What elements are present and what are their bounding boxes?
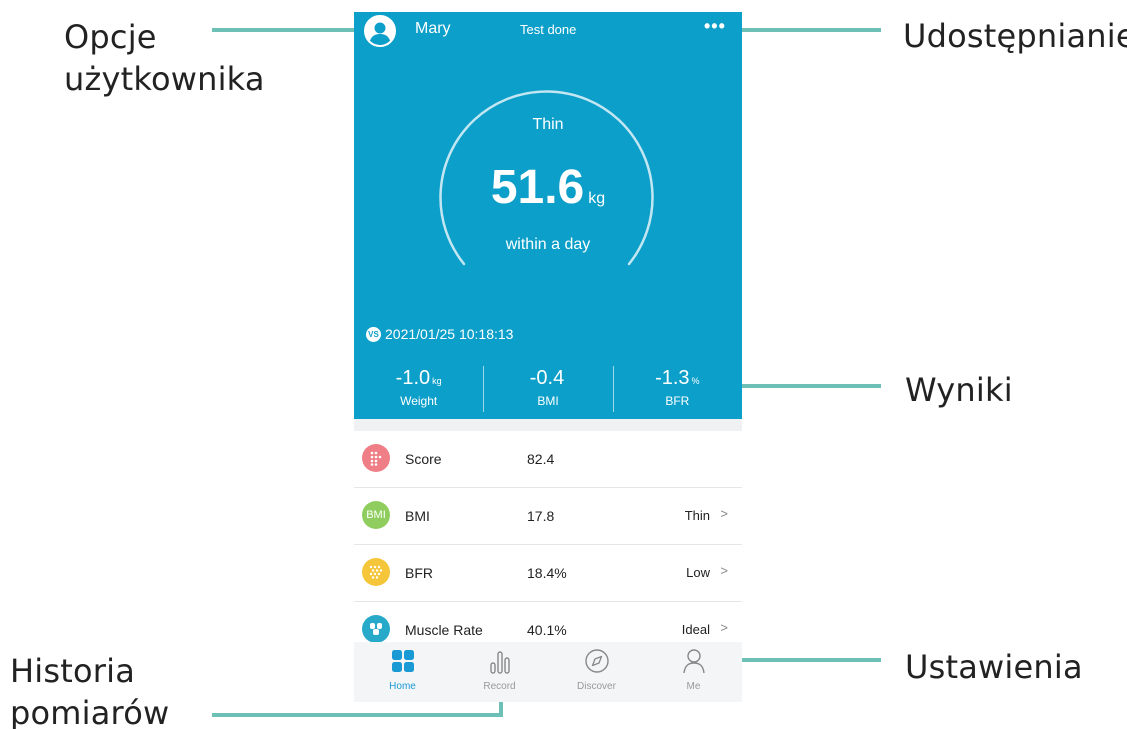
bottom-tab-bar: Home Record Discover Me bbox=[354, 642, 742, 702]
home-grid-icon bbox=[391, 650, 414, 672]
tab-label: Me bbox=[686, 681, 701, 692]
delta-label: Weight bbox=[400, 394, 438, 408]
weight-unit: kg bbox=[588, 190, 606, 207]
delta-label: BMI bbox=[537, 394, 559, 408]
comparison-timestamp-row: VS 2021/01/25 10:18:13 bbox=[366, 326, 513, 342]
tab-me[interactable]: Me bbox=[645, 642, 742, 702]
delta-value: -0.4 bbox=[529, 367, 565, 389]
metric-name: BFR bbox=[405, 565, 433, 581]
person-icon bbox=[682, 649, 705, 674]
chevron-right-icon: > bbox=[720, 620, 728, 635]
metrics-list: Score 82.4 BMI BMI 17.8 Thin > BFR 18.4%… bbox=[354, 431, 742, 659]
user-silhouette-icon bbox=[369, 22, 391, 45]
delta-weight: -1.0 kg Weight bbox=[354, 366, 483, 414]
metric-grade: Low bbox=[686, 565, 710, 580]
annotation-results: Wyniki bbox=[905, 371, 1013, 409]
current-weight: 51.6 kg bbox=[354, 160, 742, 215]
tab-home[interactable]: Home bbox=[354, 642, 451, 702]
bar-chart-icon bbox=[489, 651, 510, 674]
leader-sharing bbox=[736, 28, 881, 32]
metric-row-bmi[interactable]: BMI BMI 17.8 Thin > bbox=[354, 488, 742, 545]
annotation-user-options-line2: użytkownika bbox=[64, 60, 265, 98]
metric-name: BMI bbox=[405, 508, 430, 524]
leader-settings bbox=[718, 658, 881, 662]
metric-grade: Ideal bbox=[681, 622, 710, 637]
tab-label: Home bbox=[389, 681, 416, 692]
measurement-period: within a day bbox=[505, 236, 591, 253]
delta-unit: % bbox=[691, 376, 700, 386]
result-hero: Mary Test done ••• Thin 51.6 kg within a … bbox=[354, 12, 742, 419]
annotation-history-line2: pomiarów bbox=[10, 694, 170, 729]
bfr-icon bbox=[362, 558, 390, 586]
bmi-icon: BMI bbox=[362, 501, 390, 529]
body-verdict: Thin bbox=[532, 116, 564, 133]
metric-row-bfr[interactable]: BFR 18.4% Low > bbox=[354, 545, 742, 602]
test-status: Test done bbox=[520, 22, 577, 37]
metric-value: 82.4 bbox=[527, 451, 555, 467]
phone-screen: Mary Test done ••• Thin 51.6 kg within a … bbox=[354, 12, 742, 702]
annotation-history: Historia pomiarów bbox=[10, 650, 169, 729]
delta-label: BFR bbox=[665, 394, 690, 408]
annotation-settings: Ustawienia bbox=[905, 648, 1083, 686]
metric-name: Muscle Rate bbox=[405, 622, 483, 638]
chevron-right-icon: > bbox=[720, 506, 728, 521]
metric-grade: Thin bbox=[684, 508, 710, 523]
tab-discover[interactable]: Discover bbox=[548, 642, 645, 702]
muscle-icon bbox=[362, 615, 390, 643]
tab-record[interactable]: Record bbox=[451, 642, 548, 702]
delta-value: -1.3 bbox=[655, 367, 690, 389]
tab-label: Record bbox=[483, 681, 516, 692]
delta-bmi: -0.4 BMI bbox=[483, 366, 612, 414]
leader-history-horizontal bbox=[212, 713, 503, 717]
metric-value: 40.1% bbox=[527, 622, 567, 638]
vs-icon: VS bbox=[366, 326, 381, 342]
annotation-user-options-line1: Opcje bbox=[64, 18, 157, 56]
comparison-deltas[interactable]: -1.0 kg Weight -0.4 BMI -1.3% BFR bbox=[354, 366, 742, 414]
delta-unit: kg bbox=[432, 376, 442, 386]
tab-label: Discover bbox=[577, 681, 616, 692]
annotation-sharing: Udostępnianie bbox=[903, 17, 1127, 55]
metric-name: Score bbox=[405, 451, 442, 467]
compass-icon bbox=[584, 649, 609, 673]
delta-bfr: -1.3% BFR bbox=[612, 366, 742, 414]
weight-value: 51.6 bbox=[490, 161, 585, 214]
leader-user-options bbox=[212, 28, 360, 32]
score-icon bbox=[362, 444, 390, 472]
leader-results bbox=[724, 384, 881, 388]
chevron-right-icon: > bbox=[720, 563, 728, 578]
metric-value: 18.4% bbox=[527, 565, 567, 581]
top-bar: Mary Test done ••• bbox=[354, 12, 742, 48]
user-avatar-button[interactable] bbox=[364, 15, 396, 47]
metric-value: 17.8 bbox=[527, 508, 555, 524]
section-divider bbox=[354, 419, 742, 431]
more-dots-icon[interactable]: ••• bbox=[704, 16, 726, 37]
delta-value: -1.0 bbox=[395, 367, 431, 389]
metric-row-score[interactable]: Score 82.4 bbox=[354, 431, 742, 488]
annotation-history-line1: Historia bbox=[10, 652, 136, 690]
comparison-timestamp: 2021/01/25 10:18:13 bbox=[385, 326, 514, 342]
username[interactable]: Mary bbox=[415, 20, 451, 38]
